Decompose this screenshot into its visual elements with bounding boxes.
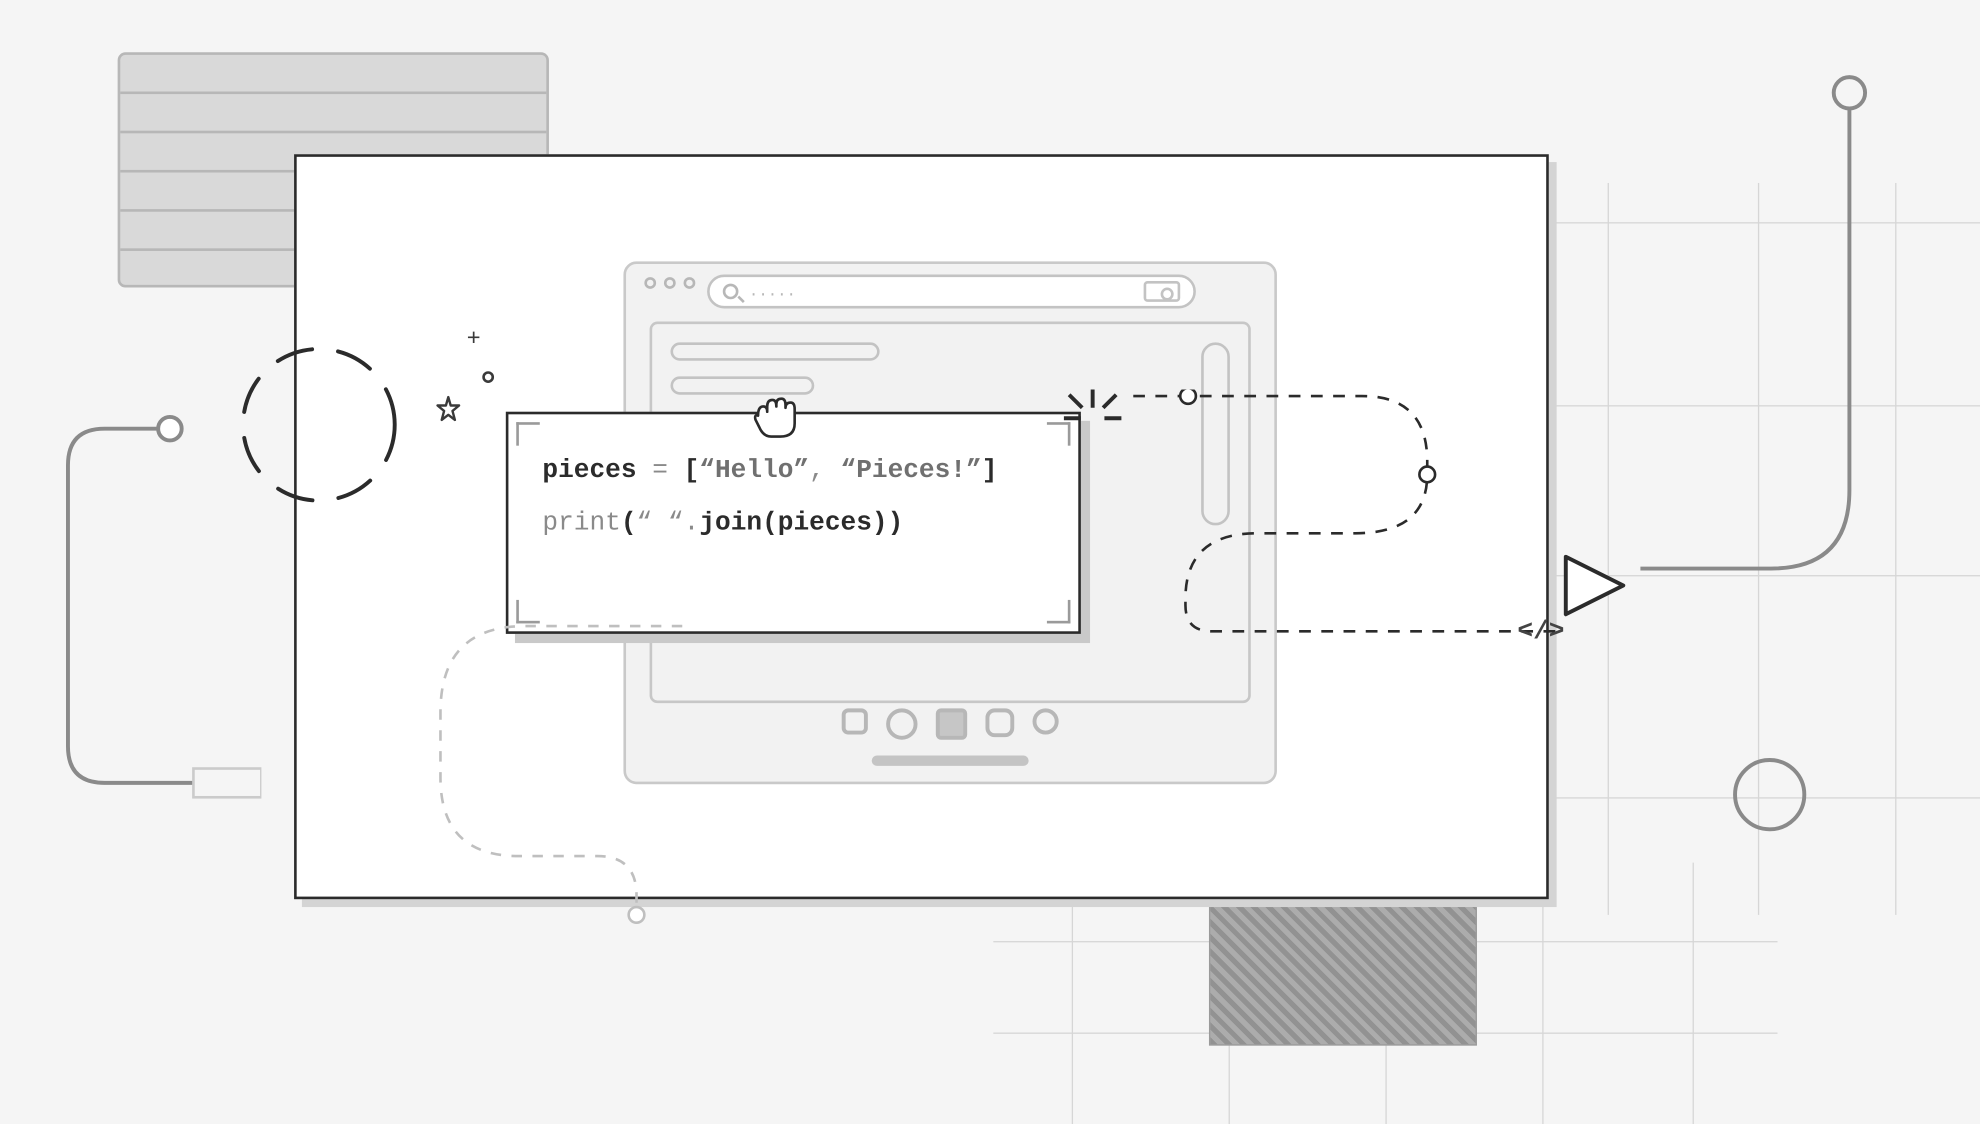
search-icon xyxy=(723,284,739,300)
flow-path-left xyxy=(369,621,918,961)
pipe-circle-bottom-right xyxy=(1733,758,1806,831)
star-icon xyxy=(434,395,463,424)
control-icon xyxy=(1033,708,1059,734)
code-line-2: print(“ “.join(pieces)) xyxy=(542,498,1044,550)
crop-corner-icon xyxy=(516,422,540,446)
dot-icon xyxy=(482,371,494,383)
grab-cursor-icon xyxy=(748,389,806,441)
traffic-light-dot xyxy=(664,277,676,289)
monitor-stand xyxy=(1209,895,1477,1045)
dashed-circle-icon xyxy=(234,340,404,510)
traffic-light-dot xyxy=(684,277,696,289)
flow-node-icon xyxy=(1180,389,1196,403)
content-line xyxy=(670,342,879,360)
code-snippet-card: pieces = [“Hello”, “Pieces!”] print(“ “.… xyxy=(506,412,1081,634)
browser-search-bar: ..... xyxy=(707,274,1196,308)
crop-corner-icon xyxy=(1047,600,1071,624)
code-line-1: pieces = [“Hello”, “Pieces!”] xyxy=(542,446,1044,498)
control-icon xyxy=(985,708,1014,737)
window-traffic-lights xyxy=(644,277,695,289)
control-icon xyxy=(936,708,967,739)
flow-node-icon xyxy=(629,907,645,923)
sparkle-icon xyxy=(1061,387,1124,445)
address-actions-icon xyxy=(1144,281,1181,302)
traffic-light-dot xyxy=(644,277,656,289)
pipe-left xyxy=(52,413,261,831)
plus-icon: + xyxy=(467,327,481,353)
flow-node-icon xyxy=(1419,467,1435,483)
play-triangle-icon xyxy=(1558,549,1631,622)
search-placeholder: ..... xyxy=(749,282,796,300)
main-canvas: ..... + xyxy=(294,154,1549,899)
